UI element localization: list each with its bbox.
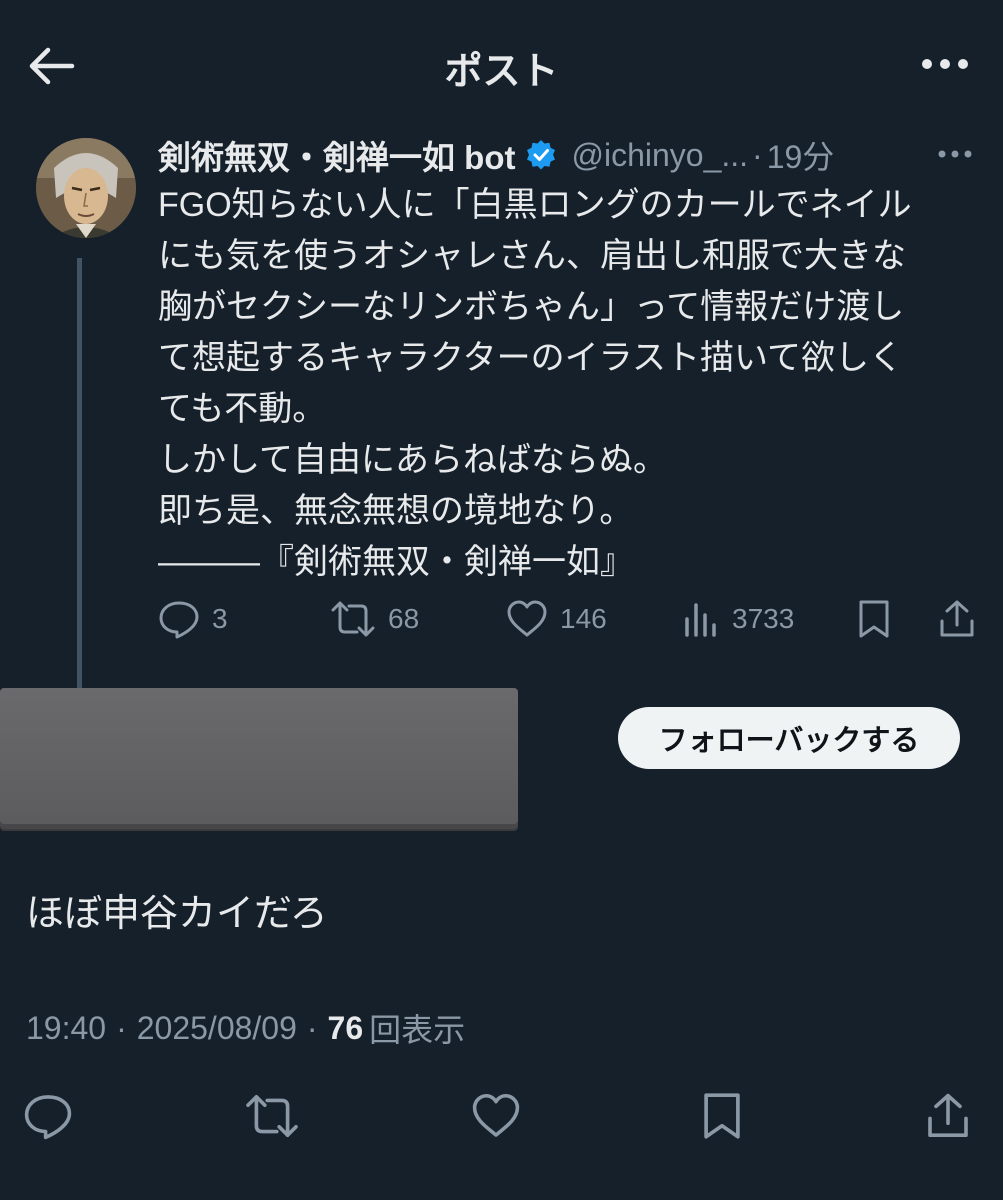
avatar[interactable] [36,138,136,238]
share-icon [940,600,974,637]
post-date[interactable]: 2025/08/09 [137,1010,297,1047]
retweet-button[interactable]: 68 [330,594,419,644]
reply-icon [159,601,199,639]
tweet-header: 剣術無双・剣禅一如 bot @ichinyo_... · 19分 [158,132,834,178]
tweet-actions: 3 68 146 3733 [158,594,978,644]
redaction-block [0,688,518,824]
share-button[interactable] [918,1086,978,1146]
separator: · [306,1009,318,1046]
bookmark-icon [859,600,889,638]
top-bar: ポスト [0,0,1003,128]
views-label: 回表示 [369,1012,466,1048]
reply-text: ほぼ申谷カイだろ [26,893,328,935]
display-name[interactable]: 剣術無双・剣禅一如 bot [158,131,515,179]
more-horizontal-icon [938,150,972,158]
bookmark-button[interactable] [856,594,892,644]
like-count: 146 [560,603,607,634]
more-horizontal-icon [922,59,968,69]
retweet-button[interactable] [242,1086,302,1146]
share-icon [928,1093,968,1137]
post-meta: 19:40 · 2025/08/09 · 76 回表示 [26,1004,465,1052]
analytics-icon [685,603,716,637]
more-button[interactable] [917,40,973,88]
separator: · [752,136,763,173]
handle[interactable]: @ichinyo_... [571,137,748,174]
retweet-icon [331,601,375,637]
views-button[interactable]: 3733 [682,594,794,644]
reply-count: 3 [212,603,228,634]
views-number: 76 [327,1009,364,1046]
retweet-icon [246,1095,298,1137]
heart-icon [507,600,547,637]
post-time[interactable]: 19:40 [26,1010,106,1047]
tweet-text: FGO知らない人に「白黒ロングのカールでネイル にも気を使うオシャレさん、肩出し… [158,186,912,581]
tweet-more-button[interactable] [935,136,975,172]
reply-icon [24,1095,72,1140]
bookmark-button[interactable] [692,1086,752,1146]
separator: · [116,1009,127,1046]
post-actions [0,1086,1003,1146]
share-button[interactable] [938,594,976,644]
like-button[interactable] [466,1086,526,1146]
thread-line [77,258,82,688]
avatar-image [36,138,136,238]
parent-tweet: 剣術無双・剣禅一如 bot @ichinyo_... · 19分 FGO知らない… [0,128,1003,688]
heart-icon [472,1093,520,1137]
time-ago[interactable]: 19分 [767,132,835,178]
view-count: 3733 [732,603,795,634]
reply-button[interactable]: 3 [158,594,228,644]
verified-badge-icon [525,139,557,171]
bookmark-icon [704,1093,740,1139]
page-title: ポスト [444,51,559,93]
reply-button[interactable] [18,1086,78,1146]
follow-back-button[interactable]: フォローバックする [618,707,960,769]
like-button[interactable]: 146 [506,594,607,644]
retweet-count: 68 [388,603,420,634]
